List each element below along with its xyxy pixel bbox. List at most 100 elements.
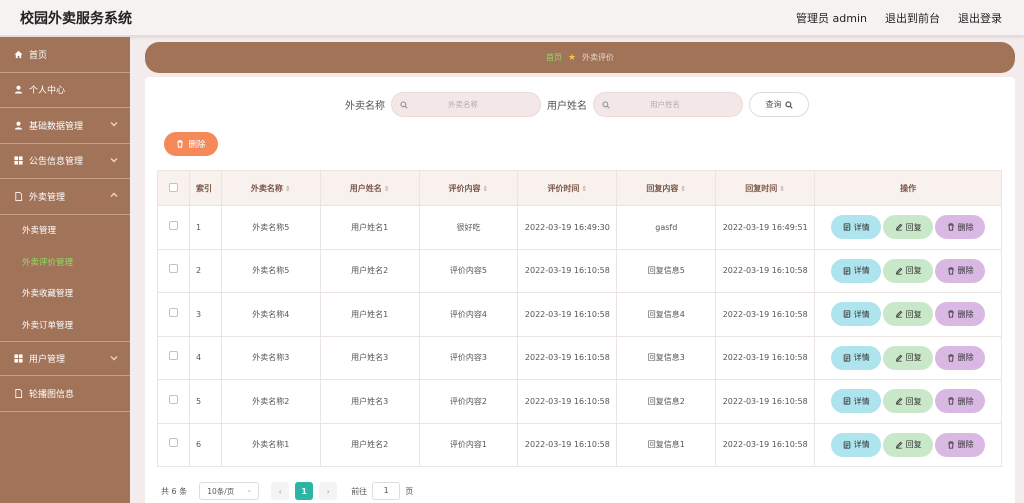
column-header-user[interactable]: 用户姓名 ⇕ (319, 170, 420, 206)
sidebar-item-label: 首页 (29, 50, 48, 61)
sidebar-item-user-manage[interactable]: 用户管理 (0, 340, 130, 376)
select-all-checkbox[interactable] (168, 182, 178, 192)
table-body: 1 外卖名称5 用户姓名1 很好吃 2022-03-19 16:49:30 gasfd 20… (157, 205, 1002, 467)
trash-icon (947, 441, 955, 449)
delete-button[interactable]: 删除 (935, 345, 986, 370)
detail-label: 详情 (853, 440, 870, 450)
delete-button[interactable]: 删除 (935, 389, 986, 414)
delete-label: 删除 (957, 353, 974, 363)
reply-button[interactable]: 回复 (883, 302, 934, 327)
column-header-name[interactable]: 外卖名称 ⇕ (220, 170, 321, 206)
detail-button[interactable]: 详情 (831, 345, 882, 370)
sidebar-subitem-takeout-review[interactable]: 外卖评价管理 (0, 246, 130, 278)
goto-page-input[interactable]: 1 (372, 482, 401, 500)
exit-to-front-link[interactable]: 退出到前台 (885, 10, 940, 26)
cell-index: 2 (188, 248, 222, 293)
admin-label: 管理员 admin (796, 12, 867, 25)
delete-button[interactable]: 删除 (935, 258, 986, 283)
cell-actions: 详情 回复 删除 (814, 335, 1002, 380)
column-header-label: 回复内容 (646, 183, 679, 193)
detail-label: 详情 (853, 266, 870, 276)
delete-button[interactable]: 删除 (935, 302, 986, 327)
row-select-cell (157, 379, 190, 424)
prev-page-button[interactable]: ‹ (271, 482, 290, 500)
reply-button[interactable]: 回复 (883, 258, 934, 283)
user-search-input[interactable] (610, 100, 720, 109)
sidebar-subitem-takeout-manage[interactable]: 外卖管理 (0, 215, 130, 247)
trash-icon (947, 310, 955, 318)
main-content: 首页 ★ 外卖评价 外卖名称 用户姓名 查询 删除 (145, 42, 1015, 503)
detail-button[interactable]: 详情 (831, 302, 882, 327)
eval-time-text: 2022-03-19 16:10:58 (524, 440, 610, 450)
column-header-reply-time[interactable]: 回复时间 ⇕ (715, 170, 816, 206)
sidebar-subitem-takeout-order[interactable]: 外卖订单管理 (0, 309, 130, 341)
page-size-select[interactable]: 10条/页 ⌄ (199, 482, 260, 500)
query-button[interactable]: 查询 (749, 92, 809, 117)
row-checkbox[interactable] (168, 394, 178, 404)
detail-button[interactable]: 详情 (831, 432, 882, 457)
sidebar-subitem-takeout-favorite[interactable]: 外卖收藏管理 (0, 278, 130, 310)
cell-index: 1 (188, 205, 222, 250)
detail-label: 详情 (853, 353, 870, 363)
breadcrumb-home[interactable]: 首页 (546, 52, 562, 63)
sidebar-item-carousel[interactable]: 轮播图信息 (0, 376, 130, 412)
edit-icon (895, 223, 903, 231)
column-header-label: 用户姓名 (349, 183, 382, 193)
column-header-eval-time[interactable]: 评价时间 ⇕ (517, 170, 618, 206)
row-select-cell (157, 422, 190, 467)
grid-icon (14, 156, 23, 165)
table-row: 5 外卖名称2 用户姓名3 评价内容2 2022-03-19 16:10:58 回复信息2… (157, 379, 1002, 424)
row-checkbox[interactable] (168, 220, 178, 230)
next-page-button[interactable]: › (319, 482, 338, 500)
trash-icon (947, 267, 955, 275)
reply-button[interactable]: 回复 (883, 432, 934, 457)
reply-button[interactable]: 回复 (883, 345, 934, 370)
detail-label: 详情 (853, 396, 870, 406)
delete-button[interactable]: 删除 (935, 432, 986, 457)
sidebar-item-notice[interactable]: 公告信息管理 (0, 144, 130, 179)
row-checkbox[interactable] (168, 307, 178, 317)
row-checkbox[interactable] (168, 351, 178, 361)
cell-reply-time: 2022-03-19 16:10:58 (715, 422, 816, 467)
row-checkbox[interactable] (168, 438, 178, 448)
row-checkbox[interactable] (168, 264, 178, 274)
reply-time-text: 2022-03-19 16:10:58 (722, 396, 808, 406)
sidebar-item-basic-data[interactable]: 基础数据管理 (0, 108, 130, 144)
row-select-cell (157, 248, 190, 293)
batch-delete-button[interactable]: 删除 (164, 132, 218, 156)
reply-button[interactable]: 回复 (883, 389, 934, 414)
sidebar-item-label: 公告信息管理 (29, 157, 84, 168)
sidebar-item-personal[interactable]: 个人中心 (0, 73, 130, 108)
row-select-cell (157, 292, 190, 337)
star-icon: ★ (567, 52, 577, 63)
page-number-button[interactable]: 1 (295, 482, 314, 500)
delete-label: 删除 (957, 266, 974, 276)
search-bar: 外卖名称 用户姓名 查询 (145, 92, 1015, 117)
logout-link[interactable]: 退出登录 (958, 10, 1002, 26)
user-icon (14, 121, 23, 130)
cell-actions: 详情 回复 删除 (814, 292, 1002, 337)
detail-button[interactable]: 详情 (831, 258, 882, 283)
chevron-right-icon: › (326, 486, 330, 496)
sidebar-item-takeout[interactable]: 外卖管理 (0, 179, 130, 215)
search-icon (602, 100, 610, 109)
chevron-up-icon (110, 191, 118, 199)
cell-content: 评价内容4 (418, 292, 519, 337)
trash-icon (947, 223, 955, 231)
cell-eval-time: 2022-03-19 16:10:58 (517, 379, 618, 424)
eval-time-text: 2022-03-19 16:10:58 (524, 396, 610, 406)
column-header-content[interactable]: 评价内容 ⇕ (418, 170, 519, 206)
reply-button[interactable]: 回复 (883, 215, 934, 240)
review-table: 索引 外卖名称 ⇕ 用户姓名 ⇕ 评价内容 ⇕ 评价时间 ⇕ 回复内容 ⇕ 回复时间 ⇕ 操… (157, 170, 1002, 467)
column-header-label: 评价内容 (448, 183, 481, 193)
cell-reply: 回复信息1 (616, 422, 717, 467)
name-search-input[interactable] (408, 100, 518, 109)
user-search-field[interactable] (593, 92, 743, 117)
sidebar-item-home[interactable]: 首页 (0, 37, 130, 73)
delete-button[interactable]: 删除 (935, 215, 986, 240)
detail-button[interactable]: 详情 (831, 215, 882, 240)
reply-label: 回复 (905, 353, 922, 363)
detail-button[interactable]: 详情 (831, 389, 882, 414)
name-search-field[interactable] (391, 92, 541, 117)
column-header-reply[interactable]: 回复内容 ⇕ (616, 170, 717, 206)
